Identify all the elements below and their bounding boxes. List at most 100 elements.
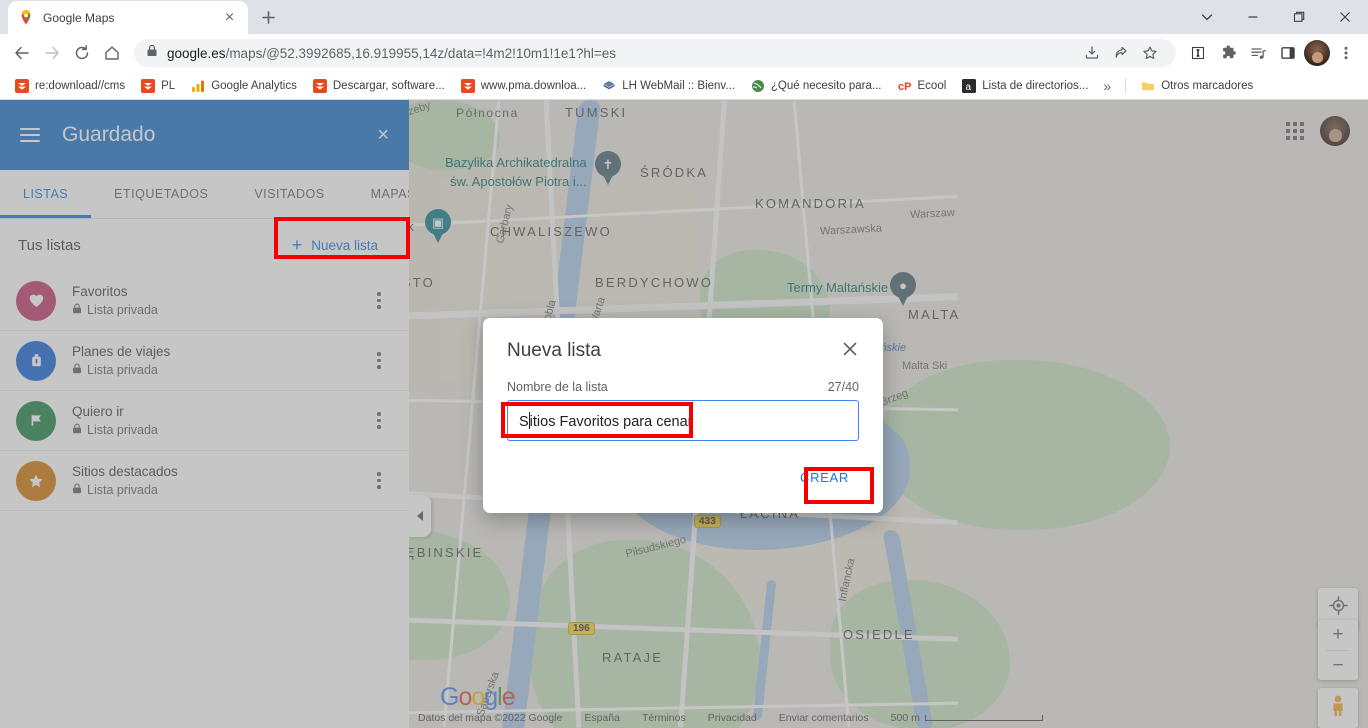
chrome-menu-icon[interactable] (1332, 39, 1360, 67)
bookmark-item[interactable]: Google Analytics (184, 76, 304, 96)
footer-link-terminos[interactable]: Términos (642, 712, 686, 724)
address-bar[interactable]: google.es/maps/@52.3992685,16.919955,14z… (134, 39, 1176, 67)
minimize-button[interactable] (1230, 0, 1276, 34)
side-panel-icon[interactable] (1274, 39, 1302, 67)
bookmark-item[interactable]: ¿Qué necesito para... (744, 76, 889, 96)
sidebar-modal-scrim (0, 100, 409, 728)
bookmark-item[interactable]: cP Ecool (891, 76, 954, 96)
create-button[interactable]: CREAR (790, 461, 859, 494)
pin-tip (897, 294, 909, 306)
map-area-label: MALTA (908, 307, 961, 322)
bookmark-label: Ecool (917, 79, 947, 92)
forward-button[interactable] (38, 39, 66, 67)
map-road-label: Warszaw (909, 206, 956, 222)
input-value-after-caret: itios Favoritos para cenar (529, 413, 693, 430)
chevron-left-icon (417, 511, 423, 521)
watermark-letter: g (484, 683, 498, 711)
svg-text:a: a (966, 82, 972, 93)
map-pin-spa-pin[interactable]: ● (890, 272, 916, 306)
omnibox-actions (1078, 39, 1164, 67)
bookmark-item[interactable]: re:download//cms (8, 76, 132, 96)
bitdefender-icon (141, 78, 156, 93)
footer-link-feedback[interactable]: Enviar comentarios (779, 712, 869, 724)
bookmark-star-icon[interactable] (1136, 39, 1164, 67)
map-route-shield: 196 (568, 622, 595, 635)
zoom-out-button[interactable]: − (1318, 651, 1358, 681)
map-green-area (880, 360, 1170, 530)
map-road-label: Malta Ski (902, 360, 948, 372)
watermark-letter: G (440, 683, 459, 711)
tab-title: Google Maps (43, 10, 115, 25)
browser-tab[interactable]: Google Maps × (8, 1, 248, 34)
reload-button[interactable] (68, 39, 96, 67)
close-icon[interactable] (841, 340, 859, 362)
map-road-label: Warszawska (819, 222, 883, 238)
tab-strip: Google Maps × (0, 0, 1368, 34)
bookmark-label: Google Analytics (211, 79, 297, 92)
dialog-actions: CREAR (507, 461, 859, 494)
zoom-controls: + − (1318, 620, 1358, 680)
locate-icon (1328, 596, 1348, 620)
bookmark-item[interactable]: www.pma.downloa... (454, 76, 593, 96)
share-icon[interactable] (1107, 39, 1135, 67)
field-label: Nombre de la lista (507, 380, 608, 394)
apps-grid-icon[interactable] (1286, 122, 1304, 140)
extensions-puzzle-icon[interactable] (1214, 39, 1242, 67)
bookmark-item[interactable]: a Lista de directorios... (955, 76, 1095, 96)
bitdefender-icon (15, 78, 29, 93)
maximize-button[interactable] (1276, 0, 1322, 34)
new-tab-button[interactable] (254, 3, 282, 31)
browser-toolbar: google.es/maps/@52.3992685,16.919955,14z… (0, 34, 1368, 72)
other-bookmarks-folder[interactable]: Otros marcadores (1134, 76, 1260, 96)
bookmarks-bar: re:download//cms PL Google Analytics Des… (0, 72, 1368, 100)
map-scale-bar: 500 m (891, 712, 1043, 724)
scale-label: 500 m (890, 712, 920, 724)
home-button[interactable] (98, 39, 126, 67)
bookmark-label: PL (161, 79, 176, 92)
map-route-shield: 433 (694, 515, 721, 528)
bookmark-item[interactable]: PL (134, 76, 182, 96)
bookmark-item[interactable]: Descargar, software... (306, 76, 452, 96)
window-controls (1184, 0, 1368, 34)
extension-i-icon[interactable] (1184, 39, 1212, 67)
tab-search-button[interactable] (1184, 0, 1230, 34)
url-path: /maps/@52.3992685,16.919955,14z/data=!4m… (225, 45, 617, 61)
bookmark-label: LH WebMail :: Bienv... (622, 79, 735, 92)
input-value: Sitios Favoritos para cenar (519, 411, 693, 430)
collapse-sidebar-button[interactable] (409, 495, 431, 537)
close-icon[interactable]: × (221, 9, 238, 26)
url-domain: google.es (167, 45, 226, 61)
dialog-title: Nueva lista (507, 340, 601, 361)
url-text: google.es/maps/@52.3992685,16.919955,14z… (167, 46, 616, 61)
download-icon[interactable] (1078, 39, 1106, 67)
bookmark-label: Lista de directorios... (982, 79, 1089, 92)
footer-link-pais[interactable]: España (584, 712, 620, 724)
account-avatar[interactable] (1320, 116, 1350, 146)
pin-tip (432, 231, 444, 243)
bookmarks-overflow-button[interactable]: » (1097, 75, 1117, 97)
map-attribution: Datos del mapa ©2022 Google (418, 712, 563, 724)
maps-account-area (1286, 116, 1350, 146)
folder-icon (1141, 79, 1155, 93)
reading-list-icon[interactable] (1244, 39, 1272, 67)
footer-link-privacidad[interactable]: Privacidad (708, 712, 757, 724)
map-pin-church-pin[interactable]: ✝ (595, 151, 621, 185)
zoom-in-button[interactable]: + (1318, 620, 1358, 650)
directory-icon: a (962, 78, 977, 93)
lock-icon (146, 44, 158, 62)
char-counter: 27/40 (827, 380, 859, 394)
other-bookmarks-label: Otros marcadores (1161, 79, 1254, 92)
map-footer: Datos del mapa ©2022 Google España Térmi… (410, 708, 1368, 728)
window-close-button[interactable] (1322, 0, 1368, 34)
dialog-header: Nueva lista (507, 340, 859, 362)
google-maps-pin-icon (18, 9, 34, 26)
list-name-input[interactable]: Sitios Favoritos para cenar (507, 400, 859, 441)
map-pin-photo-pin[interactable]: ▣ (425, 209, 451, 243)
bookmark-item[interactable]: LH WebMail :: Bienv... (595, 76, 742, 96)
analytics-icon (191, 79, 205, 93)
pin-tip (602, 173, 614, 185)
ecool-icon: cP (898, 79, 912, 93)
back-button[interactable] (8, 39, 36, 67)
profile-avatar[interactable] (1304, 40, 1330, 66)
bookmark-label: re:download//cms (35, 79, 126, 92)
